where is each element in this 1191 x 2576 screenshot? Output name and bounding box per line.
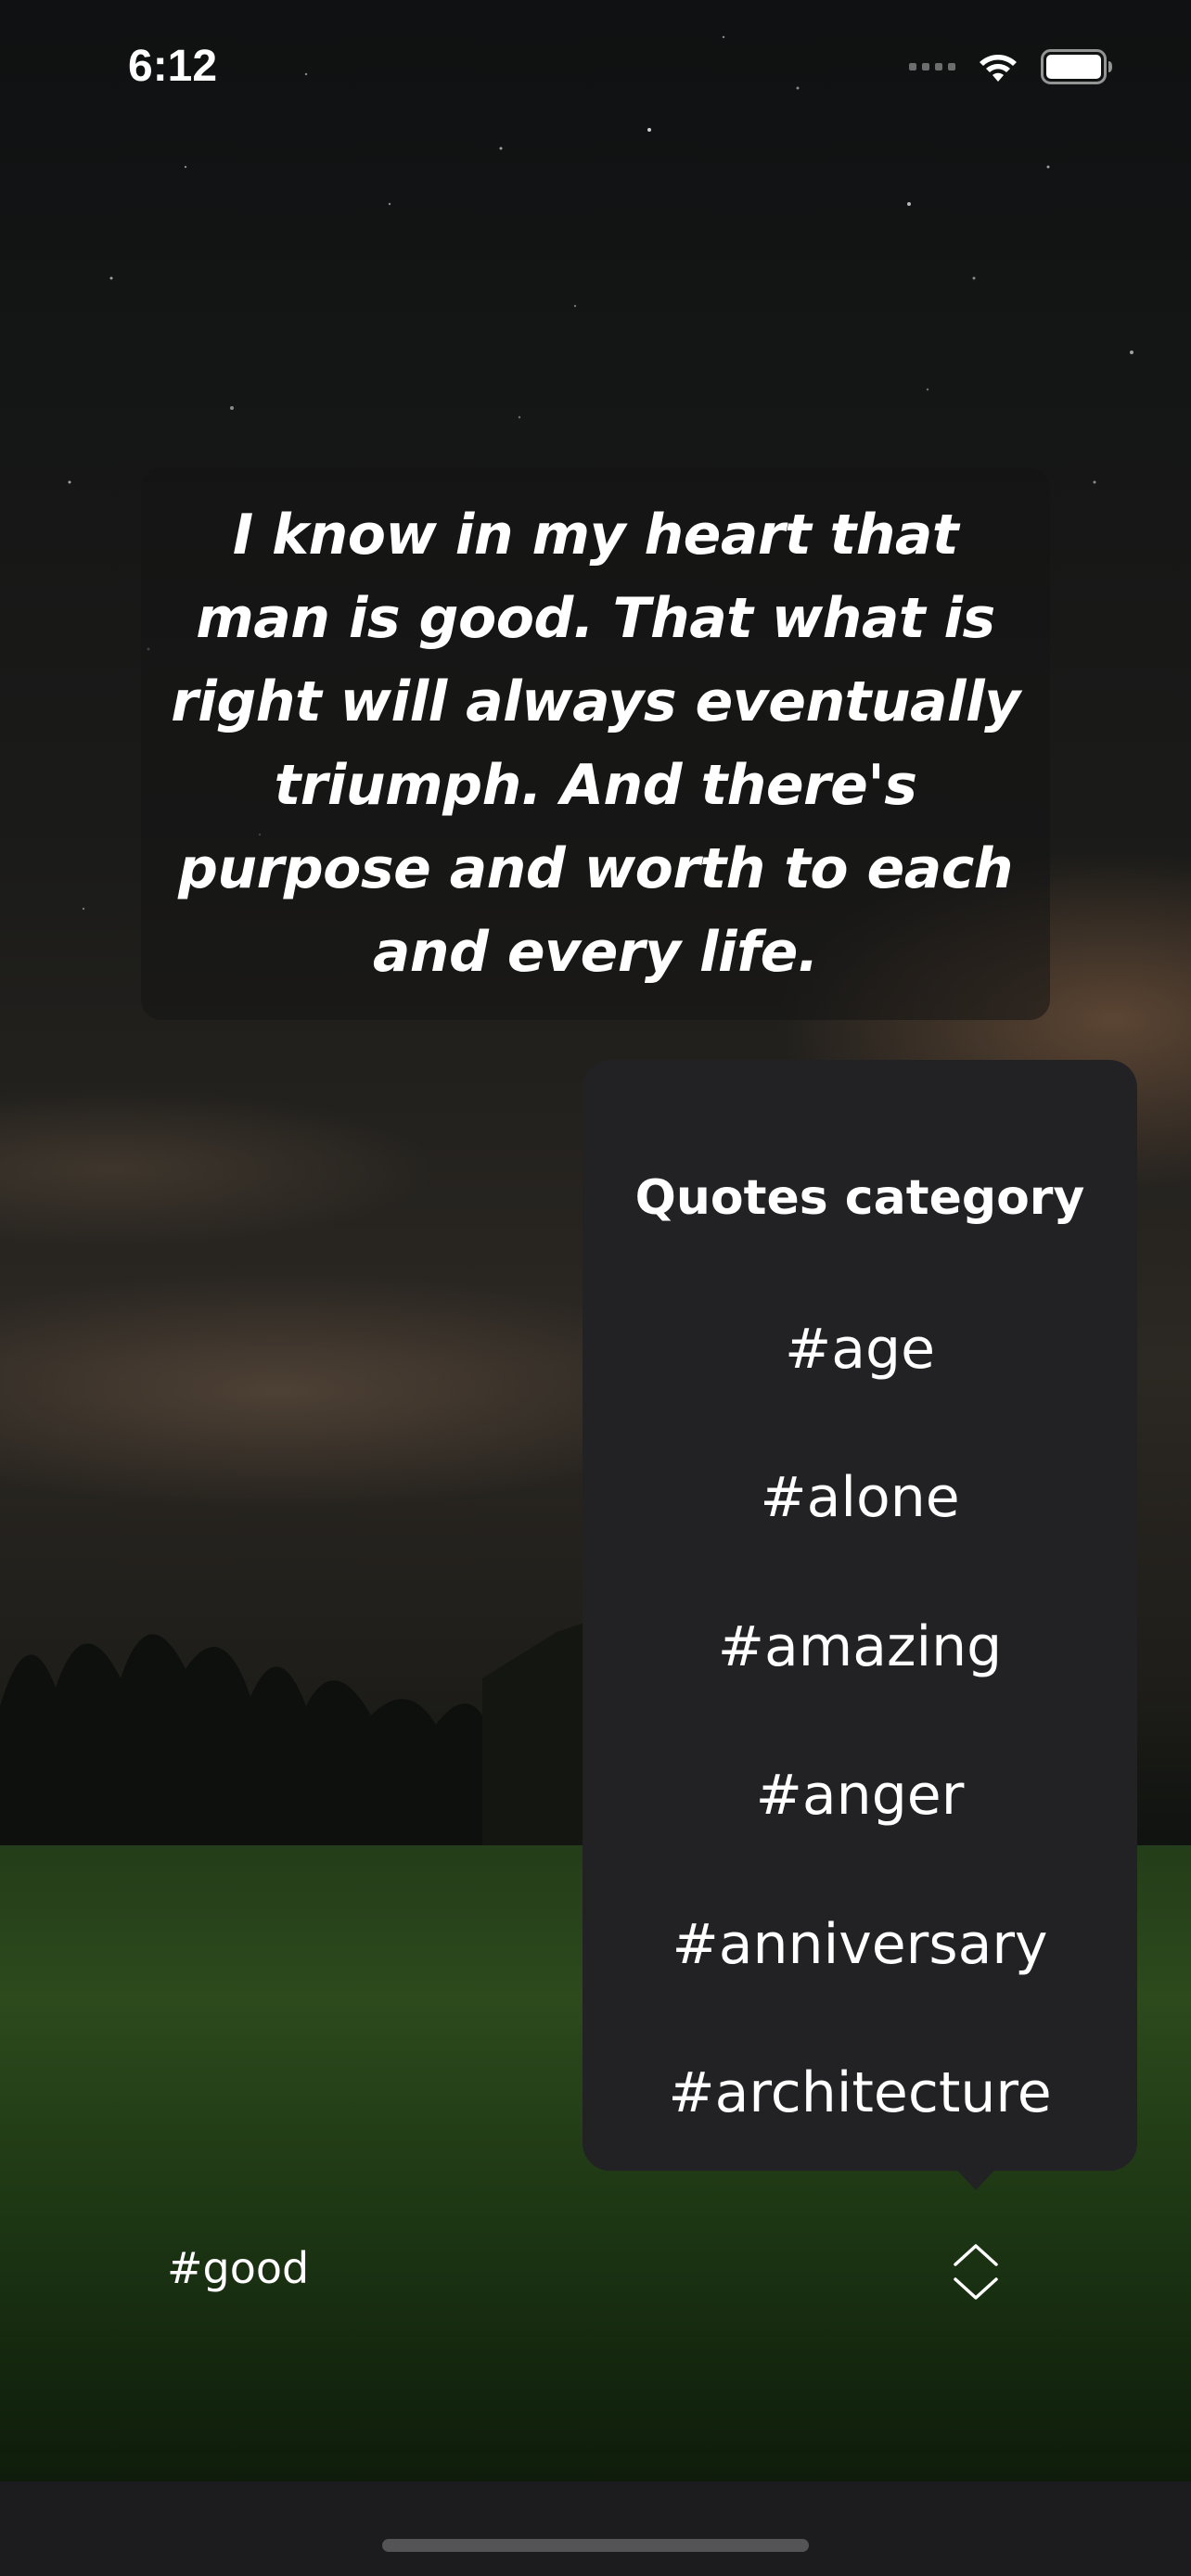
category-item-anniversary[interactable]: #anniversary [583, 1894, 1137, 1996]
category-item-anger[interactable]: #anger [583, 1744, 1137, 1846]
category-toggle-button[interactable] [946, 2238, 1005, 2305]
home-indicator-area [0, 2481, 1191, 2576]
current-category-tag[interactable]: #good [167, 2240, 309, 2296]
category-menu-title: Quotes category [634, 1170, 1085, 1226]
popover-arrow [952, 2164, 1000, 2190]
quote-card: I know in my heart that man is good. Tha… [141, 467, 1050, 1020]
quote-text: I know in my heart that man is good. Tha… [171, 503, 1020, 985]
category-item-alone[interactable]: #alone [583, 1447, 1137, 1549]
category-item-amazing[interactable]: #amazing [583, 1596, 1137, 1698]
category-item-age[interactable]: #age [583, 1298, 1137, 1400]
cellular-signal-icon [909, 63, 955, 70]
wifi-icon [980, 55, 1017, 82]
home-indicator[interactable] [382, 2539, 809, 2552]
category-item-architecture[interactable]: #architecture [583, 2042, 1137, 2144]
chevron-up-down-icon [954, 2244, 998, 2300]
status-bar: 6:12 [0, 0, 1191, 139]
status-icons [909, 46, 1113, 87]
status-time: 6:12 [128, 42, 218, 91]
battery-icon [1041, 49, 1112, 84]
